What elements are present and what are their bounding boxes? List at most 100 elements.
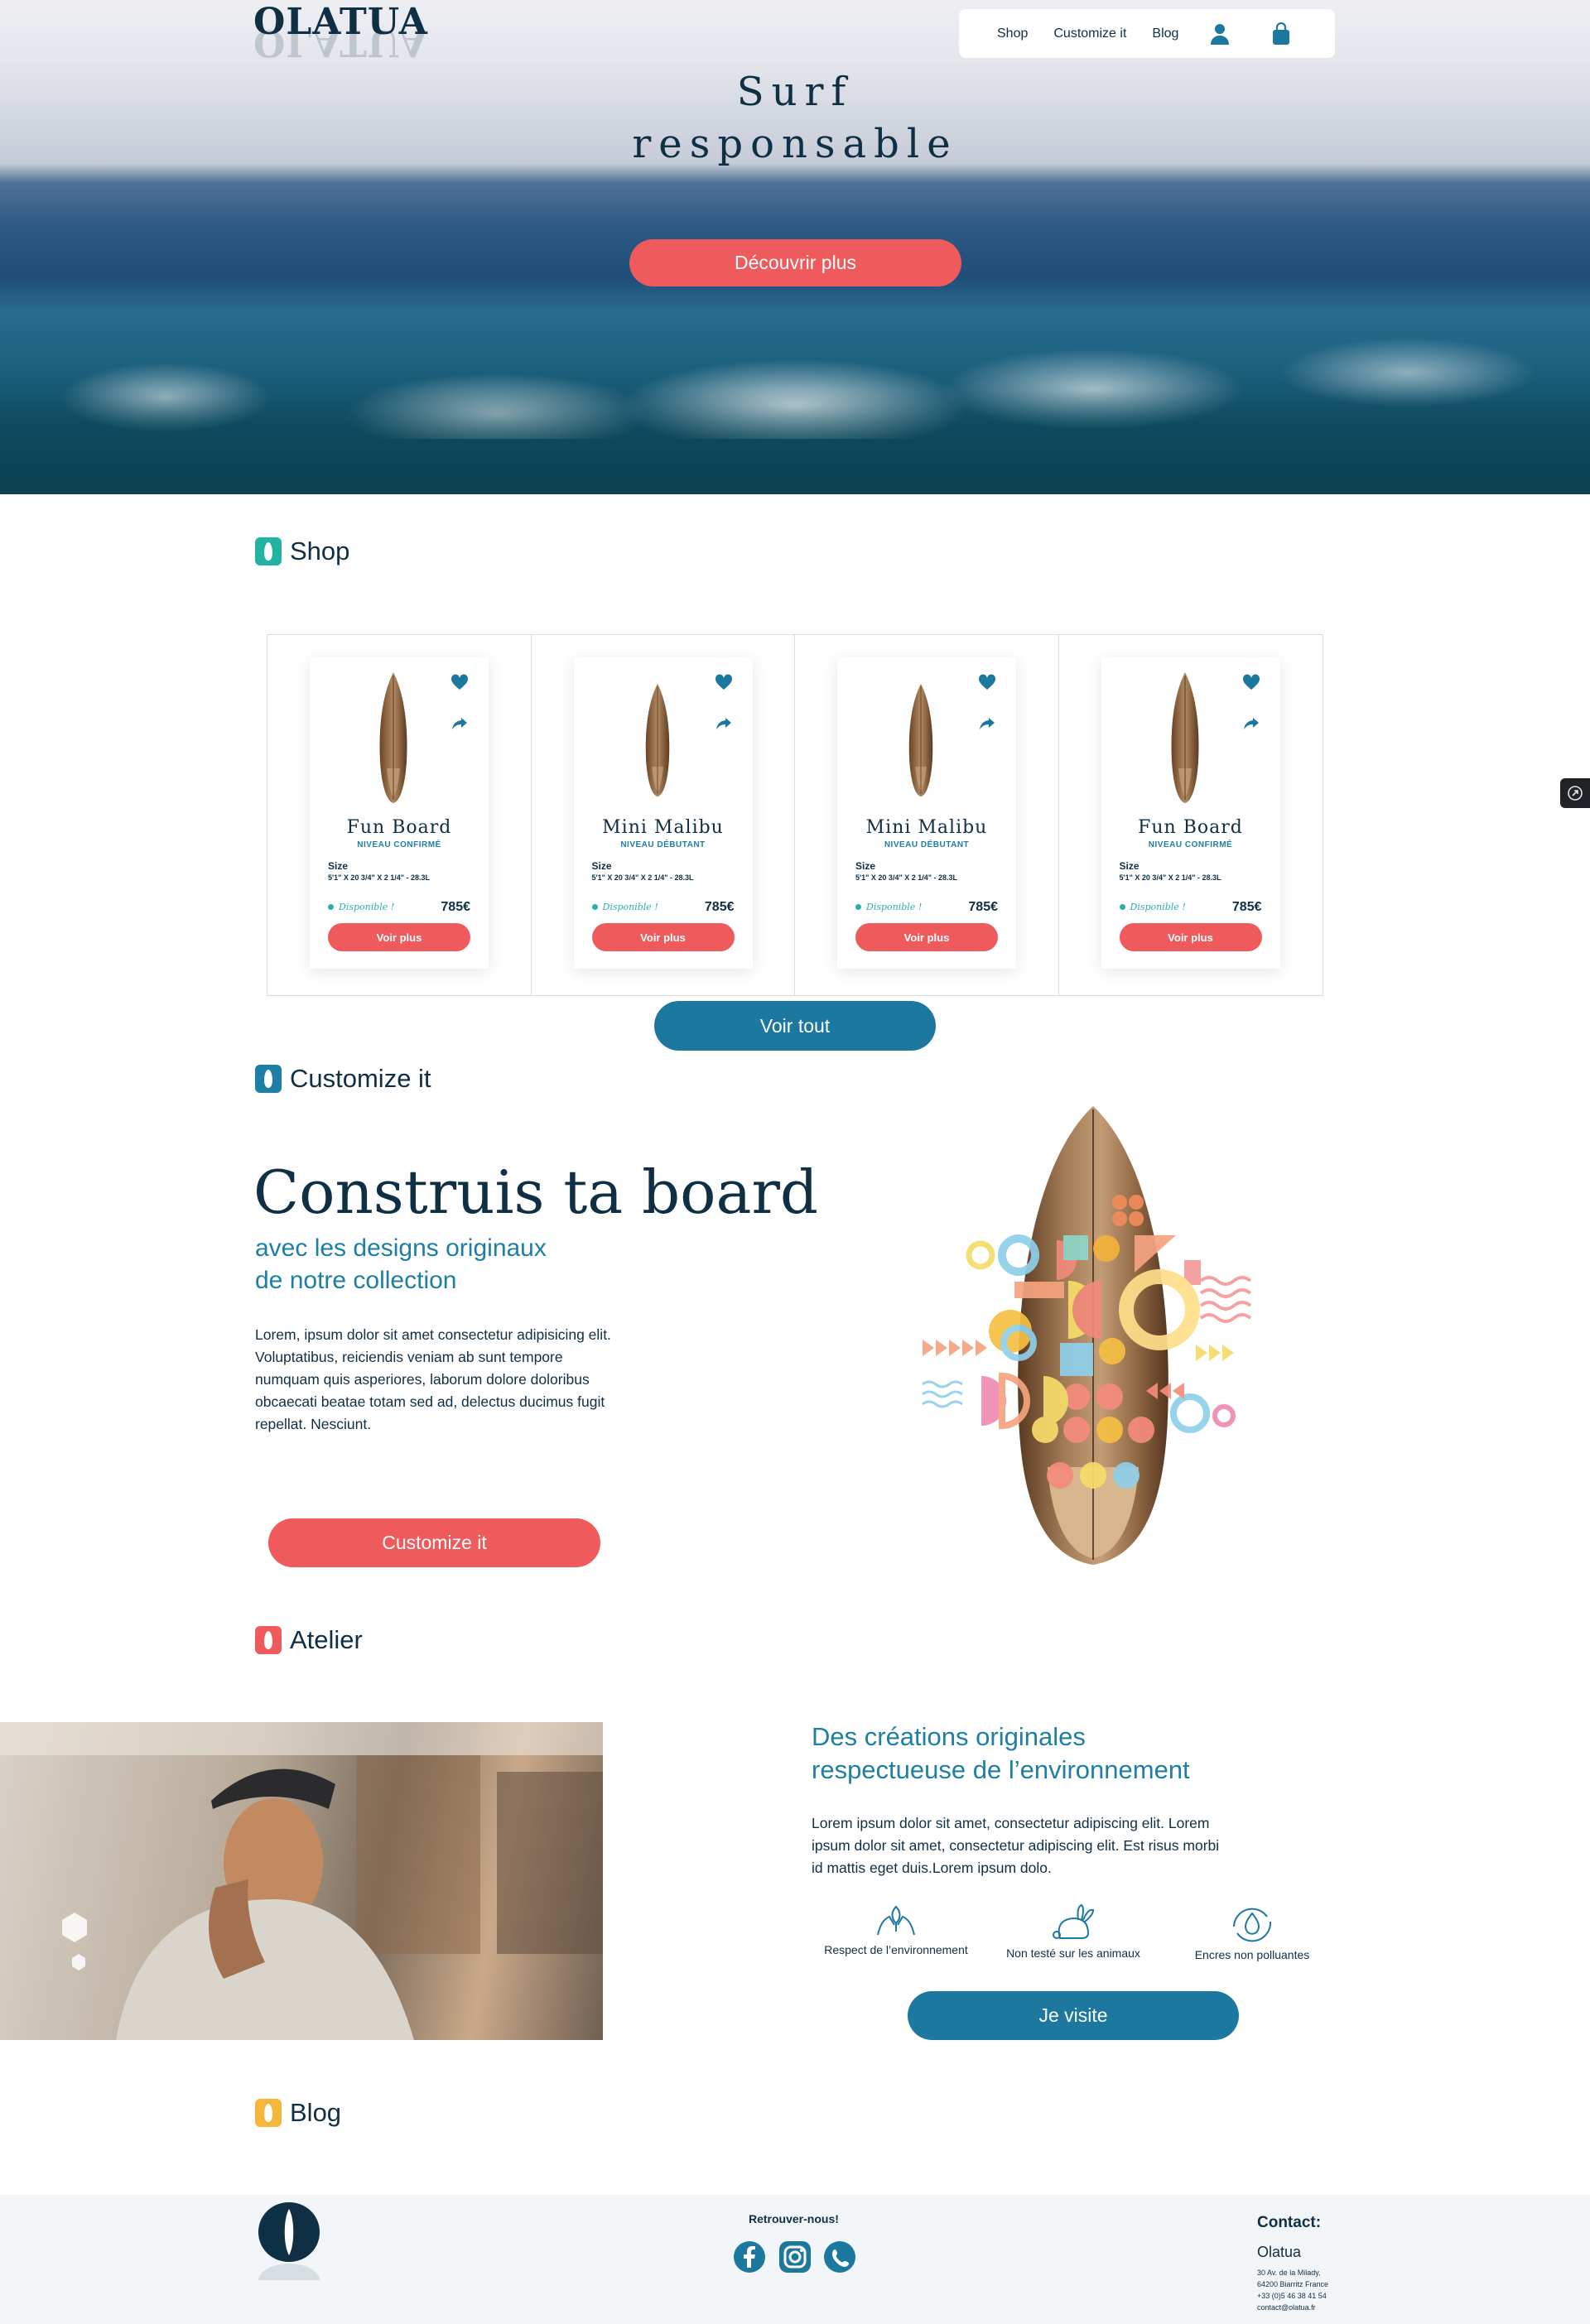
availability-text: Disponible ! — [602, 902, 658, 912]
product-price: 785€ — [1231, 900, 1262, 914]
surfboard-image — [379, 672, 407, 803]
side-widget-button[interactable] — [1560, 778, 1590, 808]
product-size: 5'1" X 20 3/4" X 2 1/4" - 28.3L — [328, 873, 431, 882]
see-all-button[interactable]: Voir tout — [654, 1001, 936, 1051]
availability-status: Disponible ! — [328, 902, 394, 912]
see-more-button[interactable]: Voir plus — [855, 923, 998, 951]
section-title-shop: Shop — [290, 536, 350, 565]
heart-icon[interactable] — [450, 674, 469, 690]
share-icon[interactable] — [450, 715, 469, 732]
workshop-photo — [0, 1722, 603, 2040]
product-grid: Fun Board NIVEAU CONFIRMÉ Size 5'1" X 20… — [267, 634, 1323, 996]
product-name: Mini Malibu — [602, 817, 724, 838]
custom-surfboard-illustration — [922, 1106, 1252, 1565]
find-us-label: Retrouver-nous! — [749, 2212, 839, 2225]
product-price: 785€ — [704, 900, 735, 914]
availability-text: Disponible ! — [339, 902, 395, 912]
atelier-title-line1: Des créations originales — [812, 1722, 1086, 1751]
product-size: 5'1" X 20 3/4" X 2 1/4" - 28.3L — [855, 873, 958, 882]
product-card[interactable]: Mini Malibu NIVEAU DÉBUTANT Size 5'1" X … — [837, 657, 1016, 969]
see-more-button[interactable]: Voir plus — [1119, 923, 1262, 951]
visit-button[interactable]: Je visite — [908, 1991, 1239, 2040]
atelier-title-line2: respectueuse de l’environnement — [812, 1755, 1190, 1784]
customize-body: Lorem, ipsum dolor sit amet consectetur … — [255, 1326, 611, 1432]
badge-label: Encres non polluantes — [1194, 1948, 1310, 1961]
surfboard-icon — [255, 1065, 282, 1093]
heart-icon[interactable] — [715, 674, 733, 690]
ink-drop-icon — [1233, 1908, 1272, 1942]
hero-title: Surf responsable — [464, 66, 1126, 171]
surfboard-image — [908, 683, 933, 797]
facebook-icon[interactable] — [733, 2240, 766, 2273]
nav-link-shop[interactable]: Shop — [997, 26, 1028, 41]
surfboard-icon — [255, 537, 282, 565]
nav-link-blog[interactable]: Blog — [1152, 26, 1178, 41]
customize-subtitle-line1: avec les designs originaux — [255, 1234, 547, 1262]
hands-leaf-icon — [877, 1905, 915, 1936]
availability-status: Disponible ! — [591, 902, 658, 912]
section-header-atelier: Atelier — [255, 1625, 363, 1655]
section-title-atelier: Atelier — [290, 1625, 363, 1654]
product-cell: Mini Malibu NIVEAU DÉBUTANT Size 5'1" X … — [532, 635, 795, 995]
product-card[interactable]: Mini Malibu NIVEAU DÉBUTANT Size 5'1" X … — [573, 657, 753, 969]
status-dot — [1119, 904, 1125, 910]
section-title-customize: Customize it — [290, 1064, 431, 1093]
instagram-icon[interactable] — [778, 2240, 812, 2273]
logo-reflection: OLATUA — [253, 22, 428, 64]
product-size-label: Size — [591, 860, 612, 872]
customize-button[interactable]: Customize it — [268, 1518, 600, 1567]
discover-button[interactable]: Découvrir plus — [629, 239, 961, 286]
share-icon[interactable] — [978, 715, 996, 732]
product-name: Fun Board — [346, 817, 452, 838]
surfboard-image — [645, 683, 669, 797]
company-name: Olatua — [1257, 2244, 1302, 2260]
product-cell: Mini Malibu NIVEAU DÉBUTANT Size 5'1" X … — [795, 635, 1059, 995]
surfboard-icon — [255, 1626, 282, 1654]
see-more-button[interactable]: Voir plus — [591, 923, 735, 951]
workshop-photo-scene — [0, 1722, 603, 2040]
product-level: NIVEAU CONFIRMÉ — [1148, 840, 1233, 849]
availability-status: Disponible ! — [1119, 902, 1186, 912]
phone-number[interactable]: +33 (0)5 46 38 41 54 — [1257, 2290, 1328, 2302]
badge-label: Non testé sur les animaux — [1006, 1946, 1140, 1960]
atelier-body: Lorem ipsum dolor sit amet, consectetur … — [812, 1815, 1220, 1876]
footer-logo[interactable] — [255, 2201, 323, 2287]
product-cell: Fun Board NIVEAU CONFIRMÉ Size 5'1" X 20… — [1059, 635, 1323, 995]
share-icon[interactable] — [1242, 715, 1260, 732]
product-size-label: Size — [1119, 860, 1140, 872]
surfboard-image — [1171, 672, 1198, 803]
customize-title: Construis ta board — [253, 1157, 818, 1227]
product-card[interactable]: Fun Board NIVEAU CONFIRMÉ Size 5'1" X 20… — [310, 657, 489, 969]
product-price: 785€ — [968, 900, 998, 914]
product-cell: Fun Board NIVEAU CONFIRMÉ Size 5'1" X 20… — [267, 635, 532, 995]
heart-icon[interactable] — [978, 674, 996, 690]
availability-text: Disponible ! — [1130, 902, 1186, 912]
share-icon[interactable] — [715, 715, 733, 732]
status-dot — [328, 904, 334, 910]
product-size: 5'1" X 20 3/4" X 2 1/4" - 28.3L — [591, 873, 694, 882]
see-more-button[interactable]: Voir plus — [328, 923, 470, 951]
section-header-shop: Shop — [255, 536, 349, 566]
product-name: Mini Malibu — [865, 817, 988, 838]
availability-text: Disponible ! — [866, 902, 923, 912]
status-dot — [855, 904, 861, 910]
customize-subtitle: avec les designs originaux de notre coll… — [255, 1232, 669, 1297]
user-icon[interactable] — [1210, 22, 1230, 46]
product-name: Fun Board — [1138, 817, 1243, 838]
product-size-label: Size — [855, 860, 876, 872]
shopping-bag-icon[interactable] — [1271, 22, 1291, 46]
eco-ink-badge: Encres non polluantes — [1169, 1902, 1335, 1961]
heart-icon[interactable] — [1242, 674, 1260, 690]
address-line2: 64200 Biarritz France — [1257, 2280, 1329, 2288]
product-level: NIVEAU DÉBUTANT — [884, 840, 970, 849]
product-size-label: Size — [328, 860, 349, 872]
section-title-blog: Blog — [290, 2098, 342, 2127]
product-card[interactable]: Fun Board NIVEAU CONFIRMÉ Size 5'1" X 20… — [1101, 657, 1280, 969]
nav-link-customize[interactable]: Customize it — [1053, 26, 1126, 41]
status-dot — [591, 904, 598, 910]
surfboard-icon — [255, 2099, 282, 2127]
email-link[interactable]: contact@olatua.fr — [1257, 2302, 1328, 2313]
whatsapp-icon[interactable] — [823, 2240, 856, 2273]
badge-label: Respect de l’environnement — [824, 1943, 968, 1956]
availability-status: Disponible ! — [855, 902, 922, 912]
